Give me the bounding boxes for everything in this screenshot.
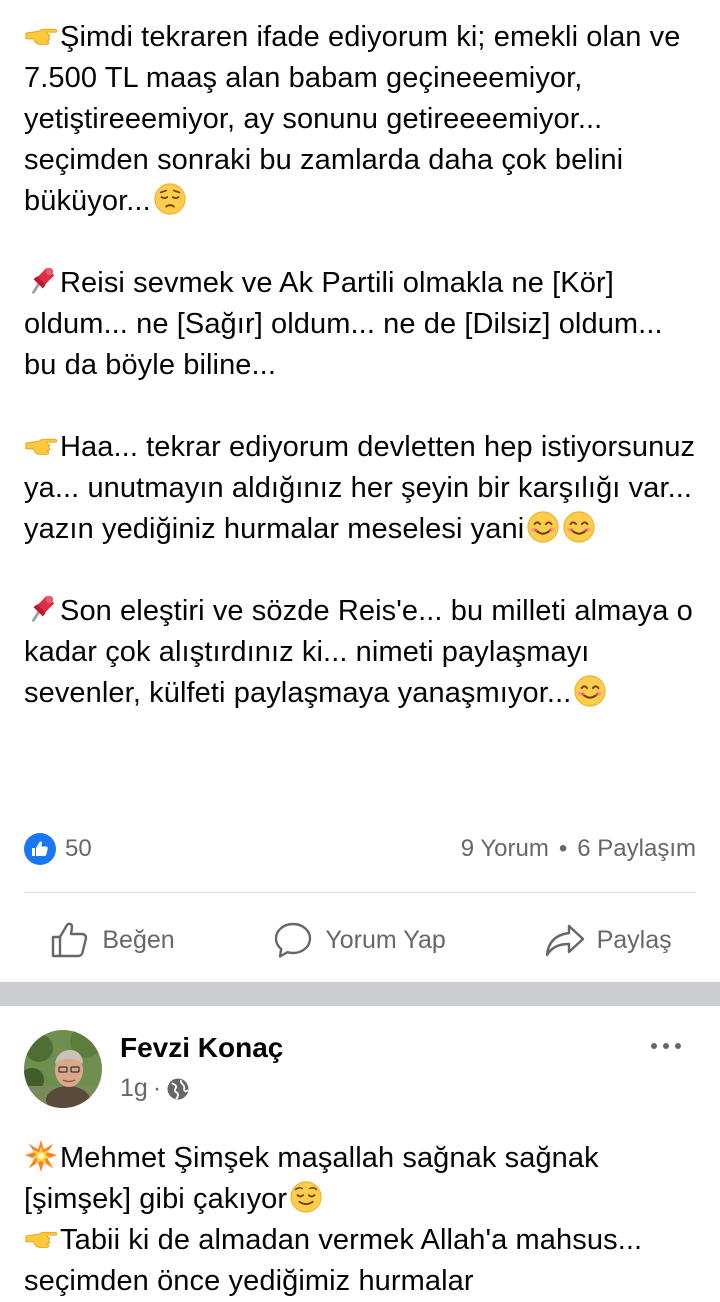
smiling-face-icon (562, 510, 596, 544)
pointing-right-icon (24, 428, 58, 462)
more-options-button[interactable] (644, 1026, 688, 1066)
more-dots-icon (651, 1043, 681, 1049)
feed-separator (0, 982, 720, 1006)
comment-bubble-icon (275, 922, 312, 958)
comment-button[interactable]: Yorum Yap (271, 918, 446, 962)
paragraph-text: Şimdi tekraren ifade ediyorum ki; emekli… (24, 21, 681, 217)
author-name[interactable]: Fevzi Konaç (120, 1032, 283, 1064)
like-button[interactable]: Beğen (48, 918, 175, 962)
post-meta: 1g · (120, 1074, 190, 1103)
paragraph-text: Reisi sevmek ve Ak Partili olmakla ne [K… (24, 267, 663, 381)
like-reaction-icon (24, 833, 56, 865)
post-line: Tabii ki de almadan vermek Allah'a mahsu… (24, 1220, 696, 1302)
post-body: Şimdi tekraren ifade ediyorum ki; emekli… (24, 17, 696, 714)
post-actions: Beğen Yorum Yap Paylaş (0, 914, 720, 966)
smiling-face-icon (573, 674, 607, 708)
post-paragraph: Son eleştiri ve sözde Reis'e... bu mille… (24, 591, 696, 714)
thumbs-up-icon (52, 922, 88, 958)
post-paragraph: Şimdi tekraren ifade ediyorum ki; emekli… (24, 17, 696, 222)
shares-count-link[interactable]: 6 Paylaşım (577, 835, 696, 863)
post-time[interactable]: 1g (120, 1074, 148, 1103)
reaction-count: 50 (65, 835, 92, 862)
globe-icon (167, 1078, 189, 1100)
post-paragraph: Haa... tekrar ediyorum devletten hep ist… (24, 427, 696, 550)
line-text: Tabii ki de almadan vermek Allah'a mahsu… (24, 1224, 643, 1297)
post-body: Mehmet Şimşek maşallah sağnak sağnak [şi… (24, 1138, 696, 1302)
reactions-summary: 50 9 Yorum • 6 Paylaşım (24, 830, 696, 868)
avatar[interactable] (24, 1030, 102, 1108)
pointing-right-icon (24, 1221, 58, 1255)
post-paragraph: Reisi sevmek ve Ak Partili olmakla ne [K… (24, 263, 696, 386)
pushpin-icon (24, 264, 58, 298)
share-arrow-icon (545, 924, 584, 957)
share-label: Paylaş (596, 925, 672, 954)
share-button[interactable]: Paylaş (543, 918, 672, 962)
pushpin-icon (24, 592, 58, 626)
pensive-face-icon (153, 182, 187, 216)
divider (24, 892, 696, 893)
dot-separator: • (558, 835, 568, 862)
comments-count-link[interactable]: 9 Yorum (461, 835, 549, 863)
comment-label: Yorum Yap (325, 925, 446, 954)
pointing-right-icon (24, 18, 58, 52)
reaction-count-button[interactable]: 50 (24, 833, 92, 865)
smiling-face-icon (526, 510, 560, 544)
post-line: Mehmet Şimşek maşallah sağnak sağnak [şi… (24, 1138, 696, 1220)
relieved-face-icon (289, 1180, 323, 1214)
like-label: Beğen (102, 925, 175, 954)
meta-separator: · (152, 1074, 162, 1102)
collision-icon (24, 1139, 58, 1173)
